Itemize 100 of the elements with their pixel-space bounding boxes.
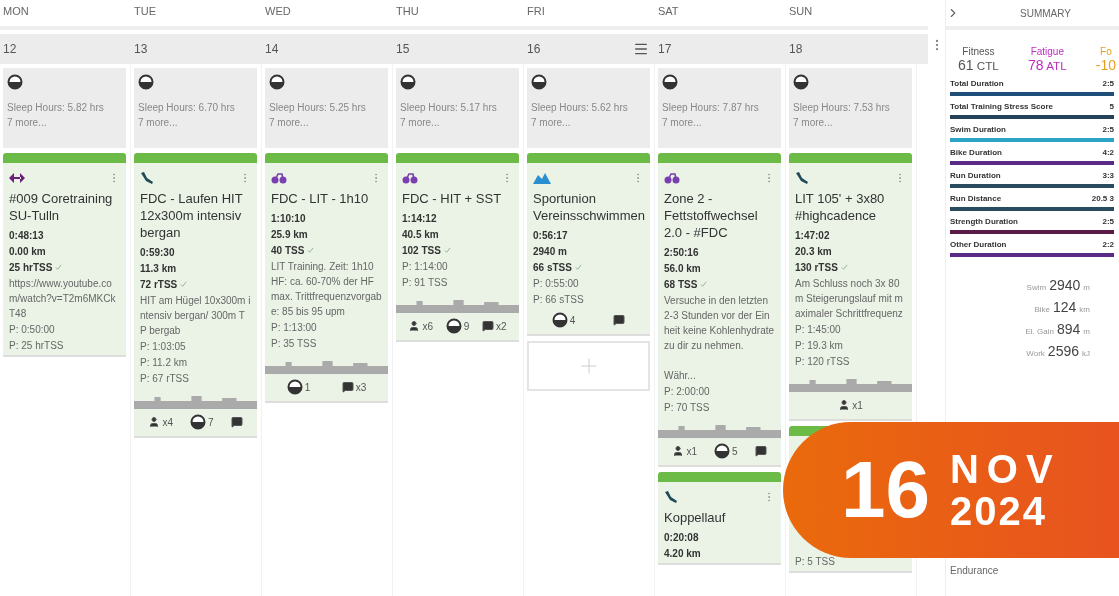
workout-indicator[interactable]: 1 (286, 379, 311, 395)
workout-stat: 20.3 km (795, 245, 833, 259)
workout-indicator[interactable]: x6 (408, 320, 433, 332)
workout-card[interactable]: Zone 2 - Fettstoffwechsel 2.0 - #FDC 2:50:16 56.0 km 68 TSS Versuche in den letzten 2-3 Stunden vor der Einheit keine Kohlenhydrate zu dir zu nehmen. Währ... P: 2:00:00 P: 70 TSS x1 5 (658, 153, 781, 467)
workout-indicator[interactable]: 5 (714, 443, 738, 459)
workout-stat: 0.00 km (9, 245, 47, 259)
weekday-label: SUN (788, 4, 814, 19)
date-number: 13 (134, 42, 148, 56)
comment-icon (613, 314, 626, 326)
planned-value: P: 91 TSS (402, 276, 449, 290)
menu-icon[interactable] (633, 41, 649, 57)
workout-indicator[interactable]: x3 (341, 381, 367, 393)
workout-indicator[interactable]: 7 (190, 414, 214, 430)
comment-icon (341, 381, 354, 393)
total-value: 2940 (1049, 277, 1081, 293)
metric-value: 2:5 (1102, 79, 1114, 88)
person-icon (148, 416, 161, 428)
workout-stat: 72 rTSS (140, 277, 251, 292)
metric-value: 3:3 (1102, 171, 1114, 180)
workout-stat: 11.3 km (140, 262, 178, 276)
workout-card[interactable]: FDC - Laufen HIT 12x300m intensiv bergan 0:59:30 11.3 km 72 rTSS HIT am Hügel 10x300m intensiv bergan/ 300m TP bergab P: 1:03:05 P: 11.2 km P: 67 rTSS x4 7 (134, 153, 257, 438)
metric-label: Swim Duration (950, 125, 1006, 134)
workout-stat: 130 rTSS (795, 260, 906, 275)
workout-card[interactable]: FDC - HIT + SST 1:14:12 40.5 km 102 TSS P: 1:14:00 P: 91 TSS x6 9 x2 (396, 153, 519, 342)
metric-value: 2:5 (1102, 125, 1114, 134)
planned-value: P: 66 sTSS (533, 293, 585, 307)
workout-title: LIT 105' + 3x80 #highcadence (795, 190, 886, 224)
workout-card[interactable]: #009 Coretraining SU-Tulln 0:48:13 0.00 km 25 hrTSS https://www.youtube.com/watch?v=T2m6MKCkT48 P: 0:50:00 P: 25 hrTSS (3, 153, 126, 357)
double-arrow-icon (9, 173, 25, 183)
fitness-value: -10 (1095, 57, 1116, 73)
summary-title: SUMMARY (1020, 7, 1071, 19)
bike-icon (664, 172, 680, 184)
planned-value: P: 2:00:00 (664, 385, 711, 399)
sleep-icon (714, 443, 730, 459)
total-label: Work (1026, 349, 1045, 358)
workout-indicator[interactable]: x1 (838, 399, 863, 411)
weekday-label: WED (264, 4, 292, 19)
workout-indicator[interactable]: x4 (148, 416, 174, 428)
workout-title: FDC - Laufen HIT 12x300m intensiv bergan (140, 190, 244, 241)
total-value: 124 (1052, 299, 1077, 315)
weekday-label: SAT (657, 4, 680, 19)
workout-description: HIT am Hügel 10x300m intensiv bergan/ 300m TP bergab (140, 294, 251, 338)
workout-card[interactable]: FDC - LIT - 1h10 1:10:10 25.9 km 40 TSS LIT Training. Zeit: 1h10 HF: ca. 60-70% der HFmax. Trittfrequenzvorgabe: 85 bis 95 upm P: 1:13:00 P: 35 TSS 1 x3 (265, 153, 388, 403)
total-label: El. Gain (1025, 327, 1054, 336)
total-value: 2596 (1047, 343, 1079, 359)
total-label: Swim (1026, 283, 1047, 292)
sleep-icon (7, 74, 23, 90)
workout-description: LIT Training. Zeit: 1h10 HF: ca. 60-70% der HFmax. Trittfrequenzvorgabe: 85 bis 95 upm (271, 260, 382, 319)
sleep-hours: Sleep Hours: 5.25 hrs (269, 102, 367, 113)
sleep-icon (793, 74, 809, 90)
workout-indicator[interactable]: 9 (445, 318, 470, 334)
date-number: 12 (3, 42, 17, 56)
workout-stat: 0:56:17 (533, 229, 569, 243)
workout-title: FDC - HIT + SST (402, 190, 503, 207)
metric-label: Bike Duration (950, 148, 1002, 157)
workout-card[interactable]: Sportunion Vereinsschwimmen 0:56:17 2940 m 66 sTSS P: 0:55:00 P: 66 sTSS 4 (527, 153, 650, 336)
workout-title: #009 Coretraining SU-Tulln (9, 190, 114, 224)
date-number: 14 (265, 42, 279, 56)
metric-label: Run Duration (950, 171, 1001, 180)
comment-icon (754, 445, 767, 457)
workout-stat: 1:10:10 (271, 212, 307, 226)
person-icon (672, 445, 685, 457)
sleep-hours: Sleep Hours: 6.70 hrs (138, 102, 236, 113)
planned-value: P: 35 TSS (271, 337, 318, 351)
workout-stat: 56.0 km (664, 262, 702, 276)
sleep-icon (662, 74, 678, 90)
metric-label: Run Distance (950, 194, 1002, 203)
sleep-hours: Sleep Hours: 5.62 hrs (531, 102, 629, 113)
weekday-label: THU (395, 4, 420, 19)
workout-stat: 0:48:13 (9, 229, 45, 243)
planned-value: P: 11.2 km (140, 356, 189, 370)
workout-stat: 40.5 km (402, 228, 440, 242)
workout-stat: 0:20:08 (664, 531, 700, 545)
sleep-hours: Sleep Hours: 7.53 hrs (793, 102, 891, 113)
planned-value: P: 1:03:05 (140, 340, 187, 354)
planned-value: P: 5 TSS (795, 555, 836, 569)
workout-indicator[interactable] (230, 416, 243, 428)
workout-stat: 66 sTSS (533, 260, 644, 275)
fitness-value: 61 CTL (958, 57, 999, 73)
date-number: 15 (396, 42, 410, 56)
section-heading: Endurance (950, 565, 1000, 576)
sleep-icon (445, 318, 462, 334)
date-number: 18 (789, 42, 803, 56)
workout-indicator[interactable] (613, 314, 626, 326)
planned-value: P: 19.3 km (795, 339, 844, 353)
bike-icon (271, 172, 287, 184)
workout-indicator[interactable]: x2 (482, 320, 507, 332)
workout-indicator[interactable] (754, 445, 767, 457)
workout-indicator[interactable]: 4 (551, 312, 576, 328)
metric-value: 5 (1109, 102, 1114, 111)
metric-value: 2:2 (1102, 240, 1114, 249)
workout-indicator[interactable]: x1 (672, 445, 698, 457)
workout-stat: 0:59:30 (140, 246, 176, 260)
metric-value: 20.5 3 (1091, 194, 1114, 203)
workout-description: https://www.youtube.com/watch?v=T2m6MKCkT48 (9, 277, 117, 321)
add-workout-button[interactable] (527, 341, 650, 391)
comment-icon (230, 416, 243, 428)
workout-card[interactable]: LIT 105' + 3x80 #highcadence 1:47:02 20.3 km 130 rTSS Am Schluss noch 3x 80m Steigerungslauf mit maximaler Schrittfrequenz P: 1:45:00 P: 19.3 km P: 120 rTSS x1 (789, 153, 912, 421)
workout-card[interactable]: Koppellauf 0:20:08 4.20 km (658, 472, 781, 565)
workout-title: FDC - LIT - 1h10 (271, 190, 370, 207)
